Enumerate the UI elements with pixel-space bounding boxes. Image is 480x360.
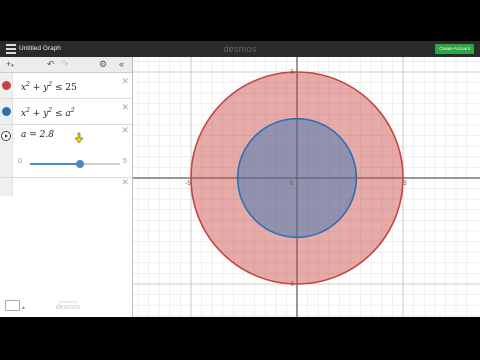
expression-toolbar: +▾ ↶ ↷ ⚙ «: [0, 57, 132, 73]
mouse-cursor-icon: [74, 132, 84, 144]
brand-logo: desmos: [223, 44, 257, 54]
keyboard-icon[interactable]: [5, 300, 20, 311]
slider-fill: [30, 163, 81, 165]
slider-formula[interactable]: a = 2.8: [21, 130, 54, 140]
x-tick-label: -5: [185, 181, 191, 187]
gear-icon[interactable]: ⚙: [99, 58, 107, 71]
delete-expression-icon[interactable]: ✕: [121, 178, 129, 187]
empty-expression[interactable]: ✕: [0, 178, 132, 196]
y-tick-label: -5: [289, 282, 295, 288]
expression-item-2[interactable]: x2 + y2 ≤ a2 ✕: [0, 99, 132, 125]
slider-track[interactable]: [30, 160, 120, 168]
expression-tab: [0, 178, 13, 196]
slider-min[interactable]: 0: [18, 158, 22, 165]
delete-expression-icon[interactable]: ✕: [121, 126, 129, 135]
redo-icon[interactable]: ↷: [61, 58, 69, 71]
expression-formula[interactable]: x2 + y2 ≤ a2: [21, 107, 75, 119]
powered-by-desmos: powered by desmos: [55, 300, 81, 311]
expression-formula[interactable]: x2 + y2 ≤ 25: [21, 81, 77, 93]
inner-disk-region: [236, 117, 358, 239]
top-bar: Untitled Graph desmos Create Account: [0, 41, 480, 57]
slider-expression[interactable]: a = 2.8 ✕ 0 5: [0, 125, 132, 178]
x-tick-label: 5: [403, 181, 407, 187]
expression-item-1[interactable]: x2 + y2 ≤ 25 ✕: [0, 73, 132, 99]
color-toggle-icon[interactable]: [2, 81, 11, 90]
slider-max[interactable]: 5: [123, 158, 127, 165]
desmos-app: Untitled Graph desmos Create Account +▾ …: [0, 41, 480, 317]
create-account-button[interactable]: Create Account: [435, 44, 474, 54]
graph-canvas[interactable]: -5 0 55-5: [133, 57, 480, 317]
color-toggle-icon[interactable]: [2, 107, 11, 116]
delete-expression-icon[interactable]: ✕: [121, 77, 129, 86]
double-chevron-left-icon[interactable]: «: [119, 58, 124, 71]
delete-expression-icon[interactable]: ✕: [121, 103, 129, 112]
slider-handle[interactable]: [76, 160, 85, 168]
expression-panel: +▾ ↶ ↷ ⚙ « x2 + y2 ≤ 25 ✕ x2 + y2 ≤ a2 ✕…: [0, 57, 133, 317]
undo-icon[interactable]: ↶: [47, 58, 55, 71]
plus-icon[interactable]: +▾: [6, 58, 14, 73]
play-icon[interactable]: [1, 131, 11, 141]
keyboard-toggle-icon[interactable]: ▲: [21, 305, 26, 311]
